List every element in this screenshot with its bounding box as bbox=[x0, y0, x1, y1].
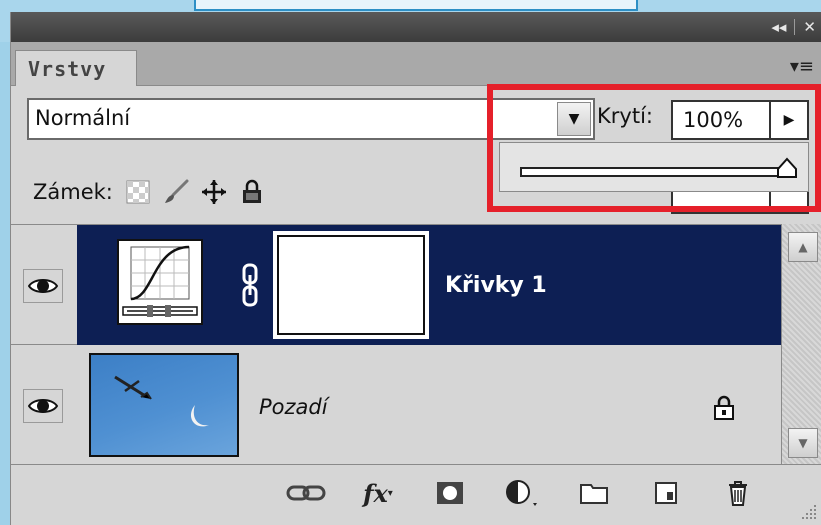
group-folder-icon[interactable] bbox=[573, 477, 615, 509]
lock-position-move-icon[interactable] bbox=[201, 179, 227, 205]
add-mask-icon[interactable] bbox=[429, 477, 471, 509]
layer-thumbnail[interactable] bbox=[89, 353, 239, 457]
panel-menu-icon[interactable]: ▾≡ bbox=[790, 56, 814, 77]
new-layer-icon[interactable] bbox=[645, 477, 687, 509]
link-chain-icon[interactable] bbox=[237, 261, 263, 309]
tab-row: Vrstvy ▾≡ bbox=[11, 42, 821, 86]
scroll-down-icon[interactable]: ▼ bbox=[788, 428, 818, 458]
bottom-toolbar: fx ▾ bbox=[11, 464, 821, 525]
layer-name[interactable]: Křivky 1 bbox=[445, 273, 547, 298]
layers-list: Křivky 1 Pozadí bbox=[11, 224, 781, 465]
layers-scrollbar[interactable]: ▲ ▼ bbox=[781, 224, 821, 464]
lock-all-icon[interactable] bbox=[239, 179, 265, 205]
panel-titlebar: ◂◂ ✕ bbox=[11, 12, 821, 42]
link-layers-icon[interactable] bbox=[285, 477, 327, 509]
layer-mask-thumbnail[interactable] bbox=[273, 231, 429, 339]
tab-layers[interactable]: Vrstvy bbox=[15, 50, 137, 86]
trash-icon[interactable] bbox=[717, 477, 759, 509]
collapse-icon[interactable]: ◂◂ bbox=[771, 18, 786, 36]
scroll-up-icon[interactable]: ▲ bbox=[788, 232, 818, 262]
layer-name[interactable]: Pozadí bbox=[259, 395, 328, 419]
resize-grip-icon[interactable] bbox=[798, 501, 818, 521]
close-icon[interactable]: ✕ bbox=[803, 18, 816, 36]
blend-mode-value: Normální bbox=[35, 106, 131, 130]
blue-frame bbox=[194, 0, 638, 11]
lock-pixels-brush-icon[interactable] bbox=[163, 179, 189, 205]
layers-panel: ◂◂ ✕ Vrstvy ▾≡ Normální ▼ Krytí: 100% ▶ … bbox=[10, 12, 821, 525]
adjustment-layer-icon[interactable] bbox=[501, 477, 543, 509]
eye-icon[interactable] bbox=[23, 389, 63, 423]
layer-style-fx-icon[interactable]: fx ▾ bbox=[357, 477, 399, 509]
layer-row[interactable]: Pozadí bbox=[11, 345, 781, 465]
curves-adjustment-icon[interactable] bbox=[117, 239, 203, 325]
eye-icon[interactable] bbox=[23, 269, 63, 303]
annotation-highlight bbox=[487, 84, 821, 212]
lock-icon bbox=[714, 395, 734, 420]
lock-label: Zámek: bbox=[33, 180, 113, 204]
lock-transparency-icon[interactable] bbox=[125, 179, 151, 205]
layer-row[interactable]: Křivky 1 bbox=[11, 225, 781, 345]
separator bbox=[794, 19, 796, 35]
lock-row: Zámek: bbox=[33, 174, 265, 210]
